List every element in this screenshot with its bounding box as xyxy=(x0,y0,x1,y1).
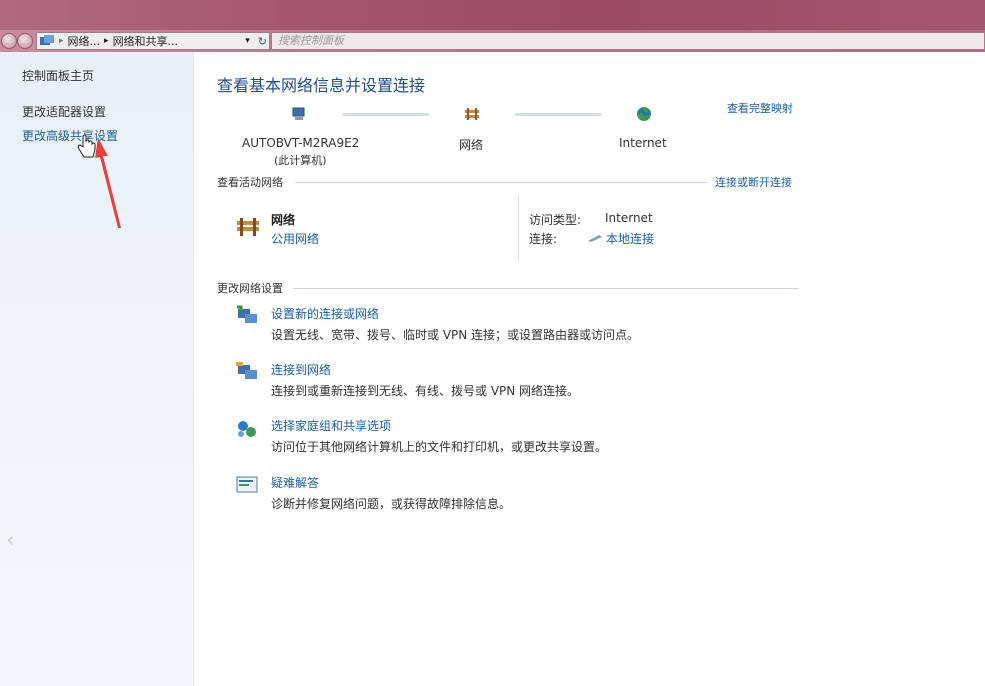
back-button[interactable] xyxy=(1,33,17,49)
window-titlebar xyxy=(0,0,985,30)
connections-label: 连接: xyxy=(529,232,558,246)
address-toolbar: ▸ 网络... ▸ 网络和共享... ▾ ↻ 搜索控制面板 xyxy=(0,30,985,52)
troubleshoot-icon xyxy=(236,476,258,493)
active-networks-label: 查看活动网络 xyxy=(217,176,283,189)
connect-disconnect-link[interactable]: 连接或断开连接 xyxy=(715,174,792,190)
ethernet-icon xyxy=(588,235,602,242)
computer-name: AUTOBVT-M2RA9E2 xyxy=(242,136,360,150)
refresh-icon[interactable]: ↻ xyxy=(258,35,267,48)
task-troubleshoot-link[interactable]: 疑难解答 xyxy=(271,474,319,491)
access-type-value: Internet xyxy=(605,211,653,225)
task-new-connection-desc: 设置无线、宽带、拨号、临时或 VPN 连接；或设置路由器或访问点。 xyxy=(271,328,640,342)
main-content: 查看基本网络信息并设置连接 查看完整映射 AUTOBVT-M2RA9E2 (此计… xyxy=(195,52,985,686)
computer-icon xyxy=(292,107,305,120)
see-full-map-link[interactable]: 查看完整映射 xyxy=(727,100,793,116)
divider xyxy=(295,182,707,183)
connection-line xyxy=(343,113,429,116)
local-connection-link[interactable]: 本地连接 xyxy=(606,230,654,247)
connect-network-icon xyxy=(236,362,257,379)
annotation-arrow-icon xyxy=(95,138,121,228)
address-bar[interactable]: ▸ 网络... ▸ 网络和共享... ▾ ↻ xyxy=(36,32,270,50)
task-connect-network-link[interactable]: 连接到网络 xyxy=(271,361,331,378)
computer-sub: (此计算机) xyxy=(274,154,327,167)
task-new-connection-link[interactable]: 设置新的连接或网络 xyxy=(271,305,379,322)
internet-map-label: Internet xyxy=(619,136,667,150)
search-input[interactable]: 搜索控制面板 xyxy=(271,32,985,50)
sidebar-item-control-panel-home[interactable]: 控制面板主页 xyxy=(22,67,94,84)
breadcrumb-sharing-center[interactable]: 网络和共享... xyxy=(113,33,179,49)
sidebar: 控制面板主页 更改适配器设置 更改高级共享设置 ‹ xyxy=(0,52,194,686)
vertical-divider xyxy=(518,196,519,260)
network-bench-icon xyxy=(465,108,479,120)
task-homegroup-desc: 访问位于其他网络计算机上的文件和打印机，或更改共享设置。 xyxy=(271,440,608,454)
sidebar-item-change-adapter-settings[interactable]: 更改适配器设置 xyxy=(22,103,106,120)
network-bench-icon xyxy=(237,218,259,236)
task-homegroup-link[interactable]: 选择家庭组和共享选项 xyxy=(271,417,391,434)
new-connection-icon xyxy=(237,305,257,323)
network-folder-icon xyxy=(40,35,54,45)
divider xyxy=(293,288,799,289)
crumb-separator: ▸ xyxy=(104,36,109,46)
access-type-label: 访问类型: xyxy=(529,213,582,227)
connection-line xyxy=(515,113,601,116)
network-type-link[interactable]: 公用网络 xyxy=(271,230,319,247)
task-connect-network-desc: 连接到或重新连接到无线、有线、拨号或 VPN 网络连接。 xyxy=(271,384,580,398)
breadcrumb-network[interactable]: 网络... xyxy=(68,33,101,49)
chevron-left-icon: ‹ xyxy=(6,528,15,553)
homegroup-icon xyxy=(238,421,256,437)
globe-icon xyxy=(636,107,652,121)
chevron-down-icon[interactable]: ▾ xyxy=(245,36,250,46)
forward-button[interactable] xyxy=(17,33,33,49)
active-network-name: 网络 xyxy=(271,213,296,227)
change-settings-label: 更改网络设置 xyxy=(217,282,283,295)
page-title: 查看基本网络信息并设置连接 xyxy=(217,76,426,95)
crumb-separator: ▸ xyxy=(59,36,64,46)
network-map-label: 网络 xyxy=(459,138,484,152)
task-troubleshoot-desc: 诊断并修复网络问题，或获得故障排除信息。 xyxy=(271,497,512,511)
